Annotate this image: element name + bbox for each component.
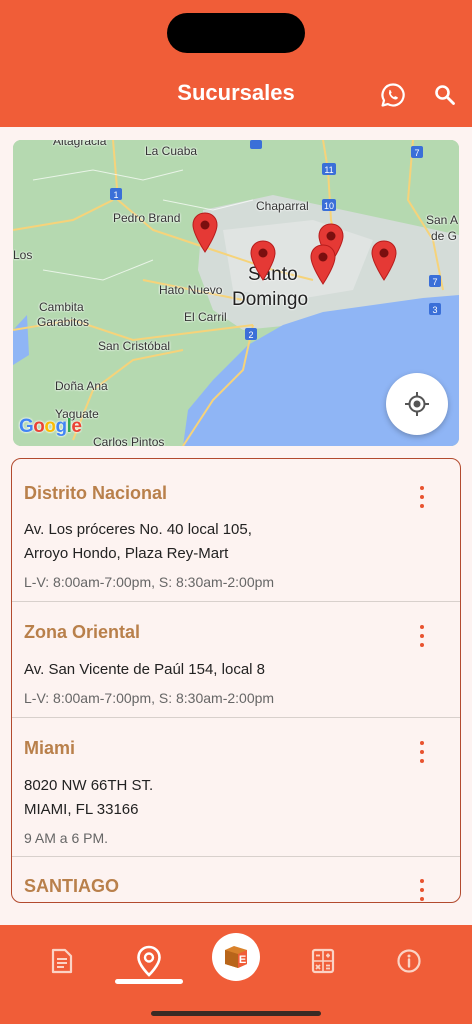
document-icon — [51, 948, 73, 974]
more-options-icon[interactable] — [416, 741, 428, 763]
map-label: La Cuaba — [145, 144, 198, 158]
branch-name: SANTIAGO — [24, 876, 120, 896]
map-label: Garabitos — [37, 315, 90, 329]
bottom-nav: E — [0, 925, 472, 1024]
highway-shield-3: 3 — [429, 303, 441, 315]
highway-shield-11: 11 — [322, 163, 336, 175]
svg-text:7: 7 — [414, 148, 419, 158]
location-pin-icon — [137, 945, 161, 977]
calculator-icon — [311, 948, 335, 974]
highway-shield-7-top: 7 — [411, 146, 423, 158]
map-label: Doña Ana — [55, 379, 108, 393]
map-label: San Cristóbal — [98, 339, 171, 353]
map-label: Cambita — [39, 300, 84, 314]
svg-text:3: 3 — [432, 305, 437, 315]
branch-name: Miami — [24, 738, 76, 758]
map-label: Pedro Brand — [113, 211, 181, 225]
svg-text:7: 7 — [432, 277, 437, 287]
svg-text:11: 11 — [324, 165, 333, 175]
map-label: Chaparral — [256, 199, 309, 213]
map-label: Hato Nuevo — [159, 283, 223, 297]
list-item[interactable]: Distrito Nacional Av. Los próceres No. 4… — [12, 459, 460, 602]
branch-address-line: Arroyo Hondo, Plaza Rey-Mart — [24, 545, 229, 562]
nav-info-button[interactable] — [387, 939, 431, 983]
branch-address-line: 8020 NW 66TH ST. — [24, 777, 154, 794]
branches-map[interactable]: 1 11 10 7 7 3 2 Altagracia La Cuaba Pedr… — [13, 140, 459, 446]
map-label: Domingo — [232, 289, 309, 310]
highway-shield-2: 2 — [245, 328, 257, 340]
search-icon[interactable] — [430, 80, 460, 110]
branch-address-line: Av. Los próceres No. 40 local 105, — [24, 521, 252, 538]
my-location-button[interactable] — [386, 373, 448, 435]
google-attribution: Google — [19, 416, 82, 437]
more-options-icon[interactable] — [416, 879, 428, 901]
branch-name: Zona Oriental — [24, 622, 141, 642]
branch-hours: 9 AM a 6 PM. — [24, 830, 109, 846]
camera-notch — [167, 13, 305, 53]
map-pin-icon[interactable] — [191, 212, 219, 254]
info-icon — [397, 949, 421, 973]
map-pin-icon[interactable] — [370, 240, 398, 282]
highway-shield-13 — [250, 140, 262, 149]
nav-home-button[interactable]: E — [212, 933, 260, 981]
box-logo-icon: E — [225, 946, 247, 968]
map-label: Carlos Pintos — [93, 435, 165, 446]
map-label: Los — [13, 248, 33, 262]
app-header: Sucursales — [0, 0, 472, 127]
svg-text:1: 1 — [113, 190, 118, 200]
more-options-icon[interactable] — [416, 625, 428, 647]
map-label: Altagracia — [53, 140, 107, 148]
branch-address-line: Av. San Vicente de Paúl 154, local 8 — [24, 661, 266, 678]
list-item[interactable]: Zona Oriental Av. San Vicente de Paúl 15… — [12, 602, 460, 718]
whatsapp-icon[interactable] — [378, 80, 408, 110]
map-pin-icon[interactable] — [309, 244, 337, 286]
home-indicator — [151, 1011, 321, 1016]
nav-locations-button[interactable] — [127, 939, 171, 983]
svg-text:10: 10 — [324, 201, 334, 211]
map-label: San A — [426, 213, 459, 227]
highway-shield-7: 7 — [429, 275, 441, 287]
branch-hours: L-V: 8:00am-7:00pm, S: 8:30am-2:00pm — [24, 574, 275, 590]
map-label: de G — [431, 229, 458, 243]
svg-text:2: 2 — [248, 330, 253, 340]
list-item[interactable]: SANTIAGO — [12, 857, 460, 902]
branch-list[interactable]: Distrito Nacional Av. Los próceres No. 4… — [11, 458, 461, 903]
svg-text:E: E — [239, 954, 246, 966]
more-options-icon[interactable] — [416, 486, 428, 508]
nav-document-button[interactable] — [40, 939, 84, 983]
branch-hours: L-V: 8:00am-7:00pm, S: 8:30am-2:00pm — [24, 690, 275, 706]
highway-shield-1: 1 — [110, 188, 122, 200]
list-item[interactable]: Miami 8020 NW 66TH ST. MIAMI, FL 33166 9… — [12, 718, 460, 857]
branch-name: Distrito Nacional — [24, 483, 168, 503]
active-tab-indicator — [115, 979, 183, 984]
branch-address-line: MIAMI, FL 33166 — [24, 801, 139, 818]
nav-calculator-button[interactable] — [301, 939, 345, 983]
crosshair-icon — [405, 392, 429, 416]
map-label: El Carril — [184, 310, 227, 324]
highway-shield-10: 10 — [322, 199, 336, 211]
map-pin-icon[interactable] — [249, 240, 277, 282]
